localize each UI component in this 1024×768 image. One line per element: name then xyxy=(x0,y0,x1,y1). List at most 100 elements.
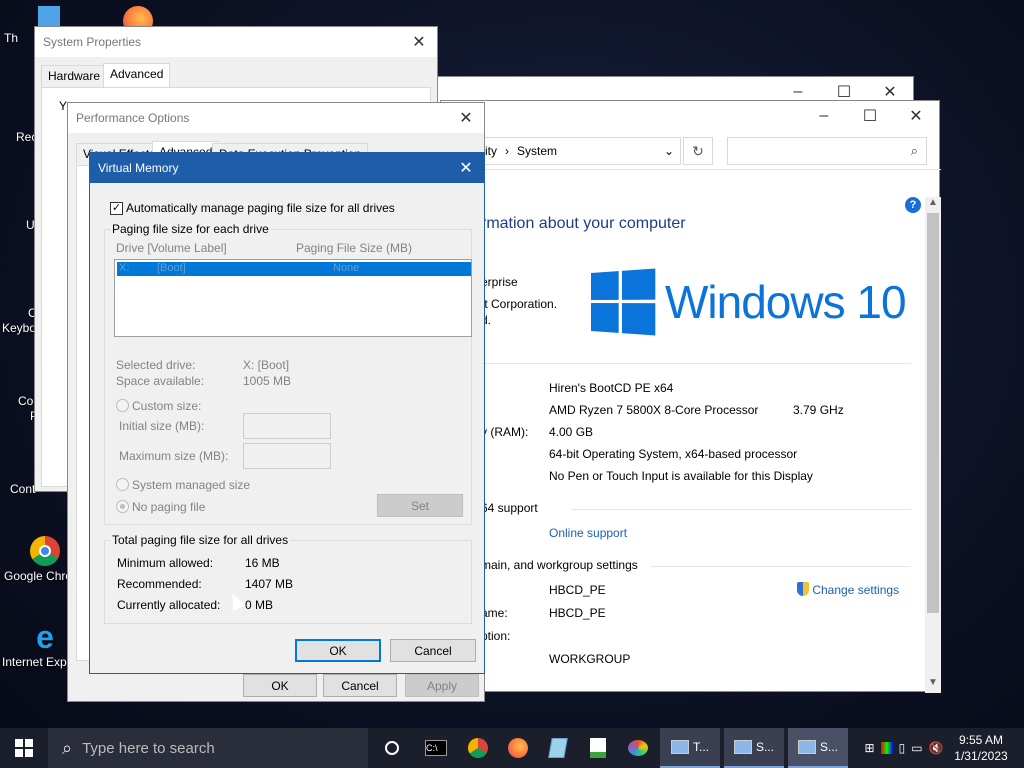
computer-icon xyxy=(733,740,752,754)
taskbar-firefox[interactable] xyxy=(498,728,538,768)
desktop-icon-label: Google Chro xyxy=(4,569,70,583)
space-available-value: 1005 MB xyxy=(243,374,292,388)
this-pc-icon xyxy=(38,6,60,28)
close-icon[interactable]: ✕ xyxy=(401,27,437,57)
taskbar-app-s2[interactable]: S... xyxy=(788,728,848,768)
desktop-icon-label: Internet Expl xyxy=(2,655,70,669)
close-icon[interactable]: ✕ xyxy=(448,103,484,133)
maximize-icon[interactable]: ☐ xyxy=(847,101,893,131)
taskbar-app-label: S... xyxy=(819,740,838,754)
desktop-icon-label: CoP xyxy=(18,394,38,423)
cancel-button[interactable]: Cancel xyxy=(390,639,476,662)
usb-icon[interactable]: ▯ xyxy=(899,741,906,755)
search-icon: ⌕ xyxy=(62,737,73,758)
initial-size-label: Initial size (MB): xyxy=(119,419,205,433)
virtual-memory-titlebar: Virtual Memory ✕ xyxy=(90,153,484,183)
change-settings-link[interactable]: Change settings xyxy=(797,582,899,597)
edition-line: ft Corporation. xyxy=(481,297,558,311)
desktop-icon-recycle[interactable]: Rec xyxy=(4,130,38,144)
taskbar-app-t[interactable]: T... xyxy=(660,728,720,768)
scroll-thumb[interactable] xyxy=(927,213,939,613)
min-allowed-value: 16 MB xyxy=(245,556,280,570)
edition-line: erprise xyxy=(481,275,518,289)
full-name-label: ame: xyxy=(481,606,508,620)
chevron-down-icon[interactable]: ⌄ xyxy=(664,144,674,158)
desktop-icon-label: Rec xyxy=(16,130,38,144)
windows-10-wordmark: Windows 10 xyxy=(665,276,907,328)
search-placeholder: Type here to search xyxy=(82,739,215,757)
taskbar-app-5[interactable] xyxy=(578,728,618,768)
no-paging-label: No paging file xyxy=(132,500,206,514)
maximum-size-label: Maximum size (MB): xyxy=(119,449,229,463)
chart-app-icon xyxy=(590,738,606,758)
drive-list-item[interactable]: X: [Boot] None xyxy=(117,262,471,276)
terminal-icon: C:\ xyxy=(425,740,447,756)
full-name-value: HBCD_PE xyxy=(549,606,606,620)
desktop-icon-control-panel[interactable]: CoP xyxy=(4,394,38,424)
refresh-button[interactable]: ↻ xyxy=(683,137,713,165)
drive-letter: X: xyxy=(119,262,130,274)
domain-heading: main, and workgroup settings xyxy=(481,558,638,572)
scroll-up-icon[interactable]: ▲ xyxy=(925,197,941,213)
tab-hardware[interactable]: Hardware xyxy=(41,65,108,87)
online-support-link[interactable]: Online support xyxy=(549,526,627,540)
monitor-icon[interactable]: ▭ xyxy=(911,741,922,755)
tray-icons[interactable]: ⊞ ▯ ▭ 🔇 xyxy=(858,728,950,768)
close-icon[interactable]: ✕ xyxy=(893,101,939,131)
taskbar-cmd[interactable]: C:\ xyxy=(416,728,456,768)
firefox-icon xyxy=(508,738,528,758)
color-icon[interactable] xyxy=(880,742,893,754)
cancel-button[interactable]: Cancel xyxy=(323,674,397,697)
breadcrumb-item[interactable]: System xyxy=(517,144,557,158)
network-icon[interactable]: ⊞ xyxy=(865,741,875,755)
ram-value: 4.00 GB xyxy=(549,425,594,439)
desktop-icon-keyboard[interactable]: C Keybo xyxy=(2,306,38,336)
task-view-button[interactable] xyxy=(372,728,412,768)
desktop-icon-user[interactable]: U xyxy=(4,218,38,232)
recommended-label: Recommended: xyxy=(117,577,202,591)
ok-button[interactable]: OK xyxy=(295,639,381,662)
auto-manage-checkbox[interactable]: ✓ xyxy=(110,202,123,215)
volume-muted-icon[interactable]: 🔇 xyxy=(929,741,944,755)
desktop-icon-chrome[interactable]: Google Chro xyxy=(0,536,70,583)
desktop-icon-label: C Keybo xyxy=(2,306,37,335)
desktop-icon-ie[interactable]: e Internet Expl xyxy=(0,622,70,669)
allocated-value: 0 MB xyxy=(245,598,274,612)
processor-speed: 3.79 GHz xyxy=(793,403,844,417)
scroll-down-icon[interactable]: ▼ xyxy=(925,677,941,693)
chrome-icon xyxy=(468,738,488,758)
close-icon[interactable]: ✕ xyxy=(448,153,484,183)
ok-button[interactable]: OK xyxy=(243,674,317,697)
taskbar-app-s1[interactable]: S... xyxy=(724,728,784,768)
text-fragment: Y xyxy=(59,99,68,113)
desktop-icon-label: U xyxy=(26,218,35,232)
help-icon[interactable]: ? xyxy=(905,197,921,213)
drive-label: [Boot] xyxy=(157,262,186,274)
taskbar-app-label: S... xyxy=(755,740,774,754)
space-available-label: Space available: xyxy=(116,374,205,388)
start-button[interactable] xyxy=(0,728,48,768)
column-header-drive: Drive [Volume Label] xyxy=(116,241,227,255)
scrollbar[interactable]: ▲ ▼ xyxy=(925,197,941,693)
taskbar-app-4[interactable] xyxy=(538,728,578,768)
tab-advanced[interactable]: Advanced xyxy=(103,63,171,87)
clock-date: 1/31/2023 xyxy=(954,749,1008,763)
search-input[interactable]: ⌕ xyxy=(727,137,927,165)
minimize-icon[interactable]: – xyxy=(801,101,847,131)
clock[interactable]: 9:55 AM 1/31/2023 xyxy=(950,728,1012,768)
breadcrumb-separator-icon: › xyxy=(505,144,509,158)
change-settings-label[interactable]: Change settings xyxy=(812,583,899,597)
taskbar-app-6[interactable] xyxy=(618,728,658,768)
system-managed-label: System managed size xyxy=(132,478,251,492)
windows-edition-value: Hiren's BootCD PE x64 xyxy=(549,381,674,395)
support-heading: 64 support xyxy=(481,501,538,515)
dialog-title: System Properties xyxy=(43,35,142,49)
apply-button: Apply xyxy=(405,674,479,697)
taskbar-search[interactable]: ⌕ Type here to search xyxy=(48,728,368,768)
drive-list[interactable]: X: [Boot] None xyxy=(114,259,472,337)
taskbar-chrome[interactable] xyxy=(458,728,498,768)
desktop-icon-label: Cont xyxy=(10,482,36,496)
desktop-icon-control[interactable]: Cont xyxy=(4,482,38,496)
shield-icon xyxy=(797,582,809,596)
auto-manage-label[interactable]: Automatically manage paging file size fo… xyxy=(126,201,395,215)
